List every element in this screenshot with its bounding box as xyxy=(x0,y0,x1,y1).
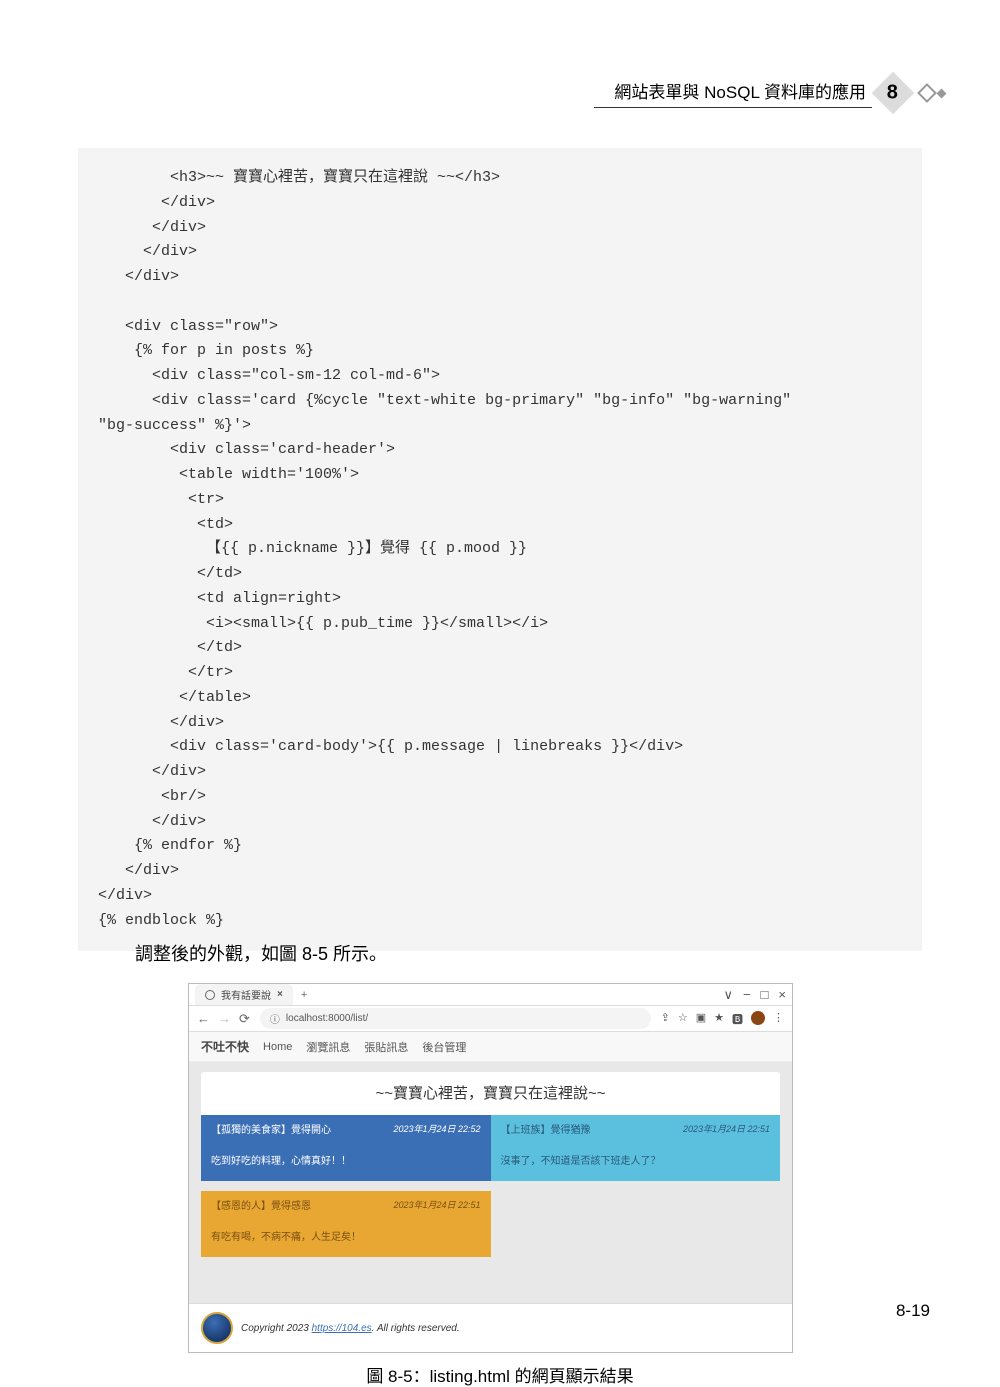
share-icon[interactable]: ⇪ xyxy=(661,1011,670,1027)
diamond-solid-icon xyxy=(937,88,947,98)
figure-caption: 圖 8-5：listing.html 的網頁顯示結果 xyxy=(0,1362,1000,1387)
new-tab-button[interactable]: + xyxy=(301,989,307,1001)
info-icon: ⓘ xyxy=(270,1011,280,1026)
site-brand[interactable]: 不吐不快 xyxy=(201,1038,249,1055)
browser-screenshot: 我有話要說 × + ∨ − □ × ← → ⟳ ⓘ localhost:8000… xyxy=(188,983,793,1353)
bookmark-icon[interactable]: 🅱 xyxy=(732,1011,743,1027)
post-title: 【上班族】覺得猶豫 xyxy=(501,1121,591,1136)
hero-heading: ~~寶寶心裡苦，寶寶只在這裡說~~ xyxy=(201,1072,780,1115)
browser-titlebar: 我有話要說 × + ∨ − □ × xyxy=(189,984,792,1006)
chapter-number-badge: 8 xyxy=(872,72,914,114)
close-window-icon[interactable]: × xyxy=(778,987,786,1003)
post-title: 【孤獨的美食家】覺得開心 xyxy=(211,1121,331,1136)
post-message: 吃到好吃的料理，心情真好！！ xyxy=(201,1142,491,1181)
page-number: 8-19 xyxy=(896,1301,930,1321)
nav-post[interactable]: 張貼訊息 xyxy=(364,1039,408,1055)
diamond-outline-icon xyxy=(917,83,937,103)
menu-icon[interactable]: ⋮ xyxy=(773,1011,784,1027)
site-footer: Copyright 2023 https://104.es. All right… xyxy=(189,1303,792,1352)
footer-link[interactable]: https://104.es xyxy=(312,1323,372,1334)
footer-logo-icon xyxy=(201,1312,233,1344)
post-card: 【上班族】覺得猶豫 2023年1月24日 22:51 沒事了，不知道是否該下班走… xyxy=(491,1115,781,1181)
post-time: 2023年1月24日 22:51 xyxy=(393,1198,480,1211)
site-navbar: 不吐不快 Home 瀏覽訊息 張貼訊息 後台管理 xyxy=(189,1032,792,1062)
url-input[interactable]: ⓘ localhost:8000/list/ xyxy=(260,1008,651,1029)
star-icon[interactable]: ☆ xyxy=(678,1011,688,1027)
nav-admin[interactable]: 後台管理 xyxy=(422,1039,466,1055)
post-message: 沒事了，不知道是否該下班走人了？ xyxy=(491,1142,781,1181)
maximize-icon[interactable]: □ xyxy=(761,987,769,1003)
reload-icon[interactable]: ⟳ xyxy=(239,1011,250,1027)
browser-addressbar: ← → ⟳ ⓘ localhost:8000/list/ ⇪ ☆ ▣ ★ 🅱 ⋮ xyxy=(189,1006,792,1032)
nav-home[interactable]: Home xyxy=(263,1041,292,1053)
page-header: 網站表單與 NoSQL 資料庫的應用 8 xyxy=(594,78,945,108)
post-message: 有吃有喝，不病不痛，人生足矣！ xyxy=(201,1218,491,1257)
chapter-title: 網站表單與 NoSQL 資料庫的應用 xyxy=(594,78,872,108)
code-listing: <h3>~~ 寶寶心裡苦，寶寶只在這裡說 ~~</h3> </div> </di… xyxy=(78,148,922,951)
page-content: ~~寶寶心裡苦，寶寶只在這裡說~~ 【孤獨的美食家】覺得開心 2023年1月24… xyxy=(189,1062,792,1310)
nav-browse[interactable]: 瀏覽訊息 xyxy=(306,1039,350,1055)
posts-grid: 【孤獨的美食家】覺得開心 2023年1月24日 22:52 吃到好吃的料理，心情… xyxy=(201,1115,780,1257)
close-tab-icon[interactable]: × xyxy=(277,989,283,1000)
chevron-down-icon[interactable]: ∨ xyxy=(723,987,733,1003)
globe-icon xyxy=(205,990,215,1000)
extension2-icon[interactable]: ★ xyxy=(714,1011,724,1027)
header-decoration xyxy=(920,86,945,100)
post-card: 【感恩的人】覺得感恩 2023年1月24日 22:51 有吃有喝，不病不痛，人生… xyxy=(201,1191,491,1257)
tab-title: 我有話要說 xyxy=(221,987,271,1002)
post-time: 2023年1月24日 22:51 xyxy=(683,1122,770,1135)
forward-icon[interactable]: → xyxy=(218,1011,231,1027)
browser-tab[interactable]: 我有話要說 × xyxy=(195,984,293,1005)
paragraph-text: 調整後的外觀，如圖 8-5 所示。 xyxy=(135,940,387,966)
back-icon[interactable]: ← xyxy=(197,1011,210,1027)
copyright-text: Copyright 2023 https://104.es. All right… xyxy=(241,1323,460,1334)
post-card: 【孤獨的美食家】覺得開心 2023年1月24日 22:52 吃到好吃的料理，心情… xyxy=(201,1115,491,1181)
url-text: localhost:8000/list/ xyxy=(286,1013,368,1024)
avatar-icon[interactable] xyxy=(751,1011,765,1025)
post-title: 【感恩的人】覺得感恩 xyxy=(211,1197,311,1212)
extension1-icon[interactable]: ▣ xyxy=(696,1011,706,1027)
post-time: 2023年1月24日 22:52 xyxy=(393,1122,480,1135)
minimize-icon[interactable]: − xyxy=(743,987,751,1003)
